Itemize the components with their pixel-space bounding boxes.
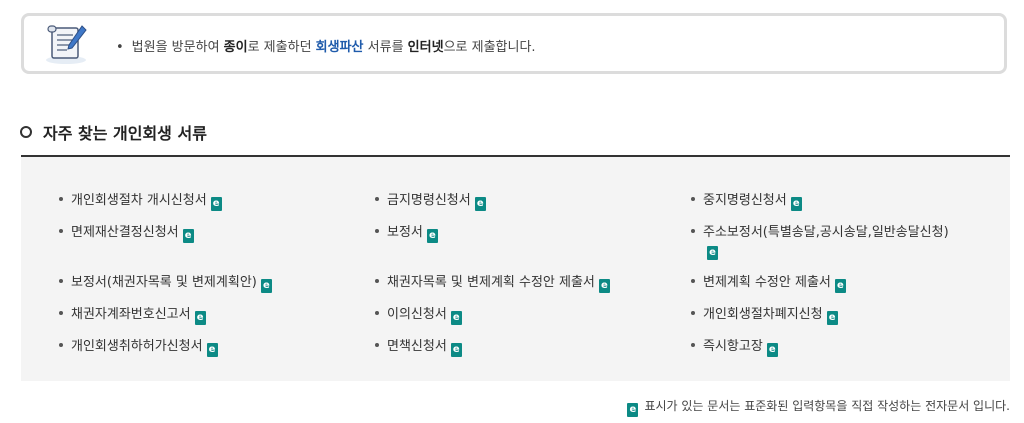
doc-link-creditor-account[interactable]: 채권자계좌번호신고서 e xyxy=(59,303,206,325)
e-form-icon: e xyxy=(598,279,610,293)
e-form-icon: e xyxy=(206,343,218,357)
e-form-icon: e xyxy=(766,343,778,357)
doc-link-immediate-appeal[interactable]: 즉시항고장 e xyxy=(691,335,778,357)
e-form-icon: e xyxy=(450,343,462,357)
e-form-icon: e xyxy=(182,229,194,243)
notice-keyword-internet: 인터넷 xyxy=(407,40,444,55)
doc-link-suspension-order[interactable]: 중지명령신청서 e xyxy=(691,189,802,211)
e-form-icon: e xyxy=(707,246,718,260)
doc-link-address-correction[interactable]: 주소보정서(특별송달,공시송달,일반송달신청) e xyxy=(691,221,949,260)
doc-link-plan-amendment[interactable]: 변제계획 수정안 제출서 e xyxy=(691,271,846,293)
e-form-icon: e xyxy=(627,403,639,417)
doc-link-correction-creditor-plan[interactable]: 보정서(채권자목록 및 변제계획안) e xyxy=(59,271,272,293)
notice-box: • 법원을 방문하여 종이로 제출하던 회생파산 서류를 인터넷으로 제출합니다. xyxy=(21,13,1007,74)
doc-link-discharge[interactable]: 면책신청서 e xyxy=(375,335,462,357)
doc-link-abolition[interactable]: 개인회생절차폐지신청 e xyxy=(691,303,838,325)
doc-link-creditor-plan-amendment[interactable]: 채권자목록 및 변제계획 수정안 제출서 e xyxy=(375,271,610,293)
e-form-icon: e xyxy=(450,311,462,325)
doc-link-correction[interactable]: 보정서 e xyxy=(375,221,438,243)
notice-keyword-paper: 종이 xyxy=(223,40,248,55)
document-list: 개인회생절차 개시신청서 e 금지명령신청서 e 중지명령신청서 e 면제재산결정신청… xyxy=(21,157,1010,381)
e-form-icon: e xyxy=(210,197,222,211)
e-form-icon: e xyxy=(426,229,438,243)
document-pen-icon xyxy=(42,22,90,66)
section-title: 자주 찾는 개인회생 서류 xyxy=(20,120,207,144)
e-form-icon: e xyxy=(260,279,272,293)
doc-link-exempt-property[interactable]: 면제재산결정신청서 e xyxy=(59,221,194,243)
doc-link-objection[interactable]: 이의신청서 e xyxy=(375,303,462,325)
circle-bullet-icon xyxy=(20,126,32,138)
doc-link-withdrawal[interactable]: 개인회생취하허가신청서 e xyxy=(59,335,218,357)
e-form-icon: e xyxy=(474,197,486,211)
notice-text: • 법원을 방문하여 종이로 제출하던 회생파산 서류를 인터넷으로 제출합니다. xyxy=(116,40,536,55)
notice-keyword-rehab: 회생파산 xyxy=(315,40,364,55)
e-form-icon: e xyxy=(194,311,206,325)
e-form-icon: e xyxy=(790,197,802,211)
e-form-icon: e xyxy=(826,311,838,325)
e-form-icon: e xyxy=(834,279,846,293)
doc-link-rehab-commence[interactable]: 개인회생절차 개시신청서 e xyxy=(59,189,222,211)
doc-link-prohibition-order[interactable]: 금지명령신청서 e xyxy=(375,189,486,211)
footer-note: e 표시가 있는 문서는 표준화된 입력항목을 직접 작성하는 전자문서 입니다. xyxy=(627,397,1010,417)
